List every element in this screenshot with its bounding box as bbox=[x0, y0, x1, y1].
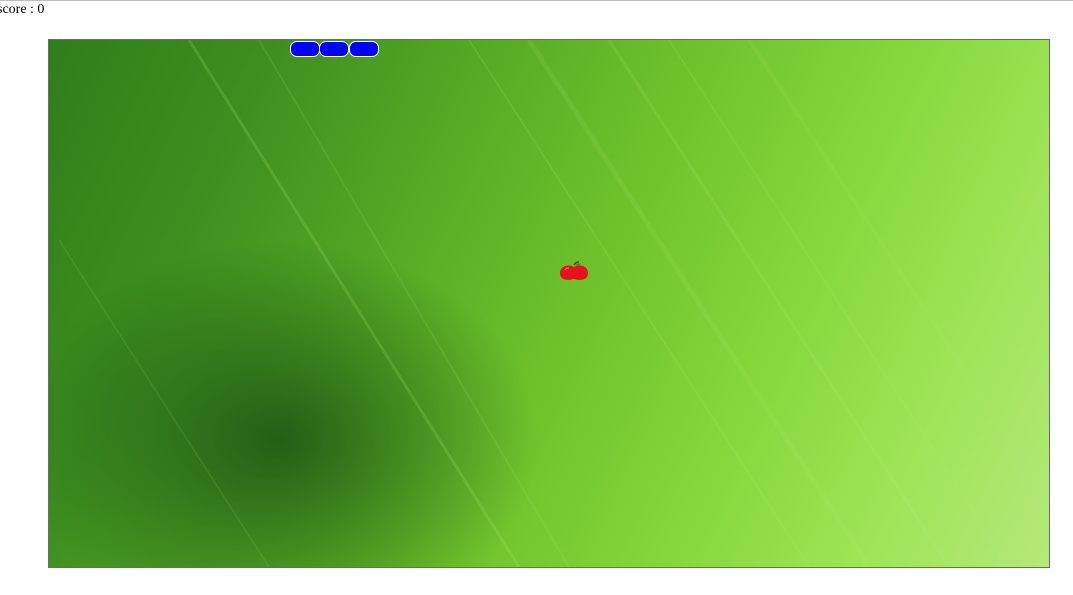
top-divider bbox=[0, 0, 1073, 1]
snake-body-segment bbox=[319, 41, 349, 57]
snake-tail-segment bbox=[349, 41, 379, 57]
score-label: score : 0 bbox=[0, 2, 45, 17]
snake-head bbox=[290, 41, 320, 57]
board-background-streaks bbox=[58, 40, 1049, 567]
apple-icon bbox=[560, 261, 588, 280]
game-board[interactable] bbox=[48, 39, 1050, 568]
